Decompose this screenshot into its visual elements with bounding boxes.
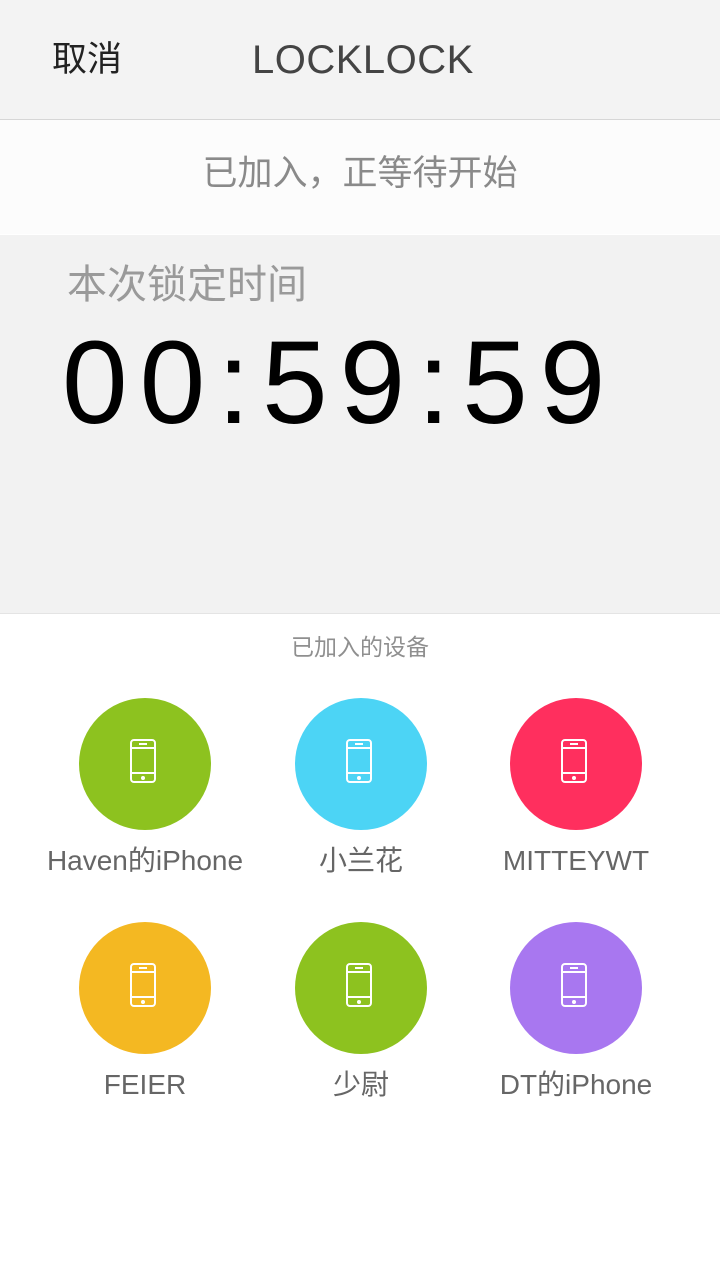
cancel-button[interactable]: 取消 [52, 36, 122, 84]
status-banner: 已加入，正等待开始 [0, 120, 720, 234]
phone-icon [561, 739, 587, 783]
countdown-timer: 00:59:59 [62, 317, 618, 449]
device-name: 小兰花 [318, 845, 403, 876]
app-title: LOCKLOCK [252, 38, 474, 82]
phone-icon [561, 963, 587, 1007]
device-name: Haven的iPhone [46, 845, 244, 876]
device-avatar [295, 922, 427, 1054]
phone-icon [346, 963, 372, 1007]
phone-icon [130, 739, 156, 783]
phone-icon [346, 739, 372, 783]
device-avatar [79, 922, 211, 1054]
device-avatar [510, 698, 642, 830]
device-name: FEIER [103, 1069, 187, 1100]
device-item[interactable]: 少尉 [241, 922, 481, 1122]
status-text: 已加入，正等待开始 [202, 154, 518, 194]
device-name: MITTEYWT [502, 845, 650, 876]
device-name: 少尉 [332, 1069, 389, 1100]
lock-time-panel: 本次锁定时间 00:59:59 [0, 235, 720, 614]
phone-icon [130, 963, 156, 1007]
lock-time-label: 本次锁定时间 [67, 262, 307, 308]
device-name: DT的iPhone [499, 1069, 653, 1100]
device-item[interactable]: FEIER [25, 922, 265, 1122]
joined-devices-title: 已加入的设备 [291, 635, 429, 661]
device-avatar [295, 698, 427, 830]
device-item[interactable]: Haven的iPhone [25, 698, 265, 898]
device-avatar [79, 698, 211, 830]
device-item[interactable]: MITTEYWT [456, 698, 696, 898]
device-item[interactable]: DT的iPhone [456, 922, 696, 1122]
top-bar: 取消 LOCKLOCK [0, 0, 720, 120]
device-avatar [510, 922, 642, 1054]
device-item[interactable]: 小兰花 [241, 698, 481, 898]
